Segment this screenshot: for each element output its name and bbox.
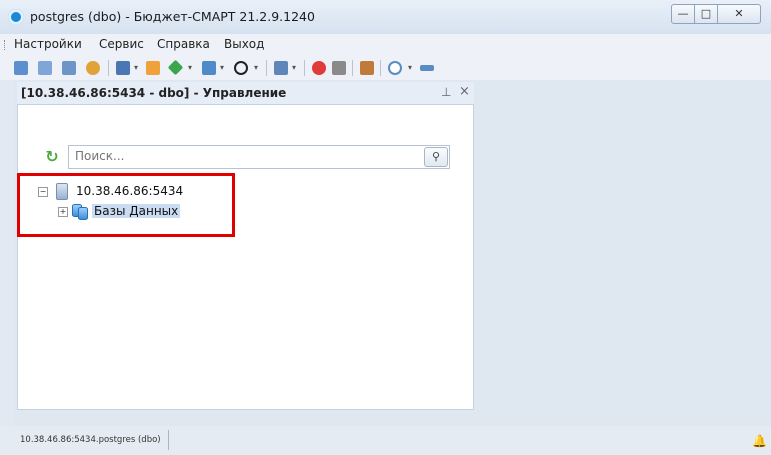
diamond-icon[interactable]: [167, 59, 184, 76]
status-separator: [168, 430, 169, 450]
close-button[interactable]: ✕: [717, 4, 761, 24]
panel-title: [10.38.46.86:5434 - dbo] - Управление: [21, 86, 287, 100]
menu-settings[interactable]: Настройки: [14, 37, 82, 51]
management-panel: ↻ ⚲ − 10.38.46.86:5434 + Базы Данных: [17, 104, 474, 410]
toolbar-separator: [380, 60, 381, 76]
document-icon[interactable]: [38, 61, 52, 75]
sql-dropdown-icon[interactable]: ▾: [134, 63, 138, 72]
search-input[interactable]: [75, 148, 405, 164]
menu-bar: Настройки Сервис Справка Выход: [0, 34, 771, 56]
compass-dropdown-icon[interactable]: ▾: [254, 63, 258, 72]
toolbar-separator: [304, 60, 305, 76]
search-button[interactable]: ⚲: [424, 147, 448, 167]
clock-dropdown-icon[interactable]: ▾: [408, 63, 412, 72]
refresh-icon[interactable]: ↻: [43, 148, 61, 166]
close-icon: ✕: [734, 7, 744, 20]
window-title: postgres (dbo) - Бюджет-СМАРТ 21.2.9.124…: [30, 9, 315, 24]
sql-settings-icon[interactable]: [146, 61, 160, 75]
menu-service[interactable]: Сервис: [99, 37, 144, 51]
status-bar: 10.38.46.86:5434.postgres (dbo) 🔔: [0, 426, 771, 455]
link-icon[interactable]: [420, 65, 434, 71]
panel-close-icon[interactable]: ×: [459, 84, 470, 99]
panel-header: [10.38.46.86:5434 - dbo] - Управление ⊥ …: [17, 82, 474, 104]
toolbar-separator: [266, 60, 267, 76]
export-icon[interactable]: [202, 61, 216, 75]
title-bar: postgres (dbo) - Бюджет-СМАРТ 21.2.9.124…: [0, 0, 771, 34]
status-text: 10.38.46.86:5434.postgres (dbo): [20, 435, 161, 445]
minimize-button[interactable]: —: [671, 4, 695, 24]
toolbar-separator: [108, 60, 109, 76]
menu-grip: [4, 40, 7, 50]
pin-icon[interactable]: ⊥: [441, 85, 451, 99]
users-icon[interactable]: [86, 61, 100, 75]
sql-icon[interactable]: [116, 61, 130, 75]
app-icon: [8, 9, 24, 25]
calendar-icon[interactable]: [14, 61, 28, 75]
toolbar-separator: [352, 60, 353, 76]
app-window: postgres (dbo) - Бюджет-СМАРТ 21.2.9.124…: [0, 0, 771, 455]
left-dock-strip: [0, 80, 14, 426]
search-box: ⚲: [68, 145, 450, 169]
bell-icon[interactable]: 🔔: [752, 434, 767, 448]
maximize-icon: □: [700, 7, 712, 20]
clock-icon[interactable]: [388, 61, 402, 75]
window-dropdown-icon[interactable]: ▾: [292, 63, 296, 72]
menu-exit[interactable]: Выход: [224, 37, 264, 51]
book-icon[interactable]: [62, 61, 76, 75]
menu-help[interactable]: Справка: [157, 37, 210, 51]
minimize-icon: —: [677, 7, 689, 20]
toolbar: ▾ ▾ ▾ ▾ ▾ ▾: [0, 56, 771, 80]
scissors-icon[interactable]: [332, 61, 346, 75]
highlight-annotation: [17, 173, 235, 237]
diamond-dropdown-icon[interactable]: ▾: [188, 63, 192, 72]
search-icon: ⚲: [431, 150, 441, 163]
window-icon[interactable]: [274, 61, 288, 75]
clipboard-icon[interactable]: [360, 61, 374, 75]
record-icon[interactable]: [312, 61, 326, 75]
compass-icon[interactable]: [234, 61, 248, 75]
export-dropdown-icon[interactable]: ▾: [220, 63, 224, 72]
maximize-button[interactable]: □: [694, 4, 718, 24]
